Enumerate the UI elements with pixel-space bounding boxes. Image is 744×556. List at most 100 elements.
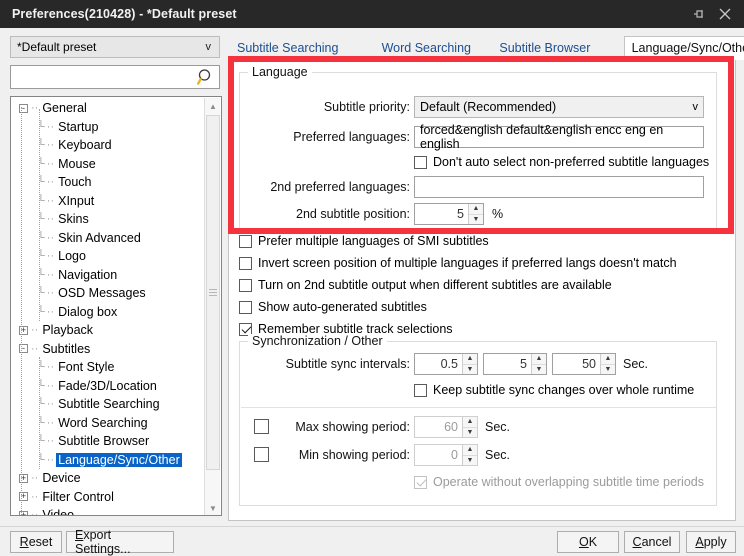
- apply-button[interactable]: Apply: [686, 531, 736, 553]
- option-checkbox[interactable]: [239, 256, 252, 270]
- dont-auto-select-row[interactable]: Don't auto select non-preferred subtitle…: [414, 155, 709, 169]
- tree-item-label: Subtitles: [42, 341, 91, 356]
- second-position-spinner[interactable]: 5 ▲ ▼: [414, 203, 484, 225]
- spinner-down-icon[interactable]: ▼: [532, 364, 546, 374]
- keep-sync-row[interactable]: Keep subtitle sync changes over whole ru…: [414, 383, 694, 397]
- spinner-buttons[interactable]: ▲ ▼: [462, 445, 477, 465]
- min-period-spinner[interactable]: 0 ▲ ▼: [414, 444, 478, 466]
- spinner-up-icon[interactable]: ▲: [532, 354, 546, 365]
- export-settings-button[interactable]: Export Settings...: [66, 528, 174, 556]
- tree-item-xinput[interactable]: └ ·· XInput: [11, 192, 205, 211]
- search-input[interactable]: [17, 70, 197, 84]
- close-icon[interactable]: [712, 0, 738, 28]
- language-group: Language Subtitle priority: Default (Rec…: [239, 65, 717, 232]
- sync-group: Synchronization / Other Subtitle sync in…: [239, 334, 717, 506]
- max-period-checkbox[interactable]: [254, 419, 269, 434]
- reset-button[interactable]: Reset: [10, 531, 62, 553]
- spinner-buttons[interactable]: ▲ ▼: [531, 354, 546, 374]
- tree-item-subtitles[interactable]: - ·· Subtitles: [11, 340, 205, 359]
- scroll-up-icon[interactable]: ▲: [205, 98, 221, 114]
- search-icon[interactable]: [197, 68, 215, 86]
- tab-word-searching[interactable]: Word Searching: [375, 36, 478, 60]
- tree-item-general[interactable]: - ·· General: [11, 99, 205, 118]
- option-label: Show auto-generated subtitles: [258, 300, 427, 314]
- tree-dash-icon: ··: [31, 509, 39, 516]
- tree-item-language-sync-other[interactable]: └ ·· Language/Sync/Other: [11, 451, 205, 470]
- spinner-buttons[interactable]: ▲ ▼: [468, 204, 483, 224]
- tree-item-skins[interactable]: └ ·· Skins: [11, 210, 205, 229]
- sync-interval-2-spinner[interactable]: 5 ▲ ▼: [483, 353, 547, 375]
- cancel-button[interactable]: Cancel: [624, 531, 680, 553]
- spinner-up-icon[interactable]: ▲: [469, 204, 483, 215]
- tab-subtitle-browser[interactable]: Subtitle Browser: [492, 36, 597, 60]
- preferred-languages-input[interactable]: forced&english default&english encc eng …: [414, 123, 704, 151]
- spinner-up-icon[interactable]: ▲: [463, 417, 477, 428]
- chevron-down-icon: v: [205, 41, 212, 53]
- spinner-up-icon[interactable]: ▲: [463, 354, 477, 365]
- spinner-up-icon[interactable]: ▲: [463, 445, 477, 456]
- spinner-buttons[interactable]: ▲ ▼: [462, 354, 477, 374]
- tree-item-font-style[interactable]: └ ·· Font Style: [11, 358, 205, 377]
- ok-button[interactable]: OK: [557, 531, 619, 553]
- preset-combo[interactable]: *Default preset v: [10, 36, 220, 58]
- tree-item-word-searching[interactable]: └ ·· Word Searching: [11, 414, 205, 433]
- spinner-up-icon[interactable]: ▲: [601, 354, 615, 365]
- spinner-down-icon[interactable]: ▼: [463, 364, 477, 374]
- sync-interval-3-spinner[interactable]: 50 ▲ ▼: [552, 353, 616, 375]
- dont-auto-select-checkbox[interactable]: [414, 155, 427, 169]
- tree-item-startup[interactable]: └ ·· Startup: [11, 118, 205, 137]
- pin-icon[interactable]: [686, 0, 712, 28]
- spinner-buttons[interactable]: ▲ ▼: [462, 417, 477, 437]
- tree-scrollbar-thumb[interactable]: [206, 115, 220, 470]
- tree-item-subtitle-browser[interactable]: └ ·· Subtitle Browser: [11, 432, 205, 451]
- tree-item-label: XInput: [58, 193, 95, 208]
- checkbox-row[interactable]: Show auto-generated subtitles: [239, 296, 717, 318]
- no-overlap-checkbox[interactable]: [414, 475, 427, 489]
- tree-item-skin-advanced[interactable]: └ ·· Skin Advanced: [11, 229, 205, 248]
- keep-sync-checkbox[interactable]: [414, 383, 427, 397]
- tree-item-logo[interactable]: └ ·· Logo: [11, 247, 205, 266]
- cancel-label: ancel: [641, 535, 672, 549]
- spinner-down-icon[interactable]: ▼: [463, 427, 477, 437]
- tree-item-osd-messages[interactable]: └ ·· OSD Messages: [11, 284, 205, 303]
- tree-item-label: Playback: [42, 323, 94, 338]
- tree-item-video[interactable]: + ·· Video: [11, 506, 205, 516]
- tree-item-dialog-box[interactable]: └ ·· Dialog box: [11, 303, 205, 322]
- tree-item-label: Keyboard: [58, 138, 112, 153]
- checkbox-row[interactable]: Prefer multiple languages of SMI subtitl…: [239, 230, 717, 252]
- tree-item-fade-3d-location[interactable]: └ ·· Fade/3D/Location: [11, 377, 205, 396]
- spinner-down-icon[interactable]: ▼: [463, 455, 477, 465]
- option-checkbox[interactable]: [239, 234, 252, 248]
- tree-dash-icon: ··: [31, 342, 39, 355]
- spinner-down-icon[interactable]: ▼: [469, 214, 483, 224]
- tree-item-mouse[interactable]: └ ·· Mouse: [11, 155, 205, 174]
- tree-item-touch[interactable]: └ ·· Touch: [11, 173, 205, 192]
- tree-item-navigation[interactable]: └ ·· Navigation: [11, 266, 205, 285]
- no-overlap-row[interactable]: Operate without overlapping subtitle tim…: [414, 475, 704, 489]
- checkbox-row[interactable]: Invert screen position of multiple langu…: [239, 252, 717, 274]
- scroll-down-icon[interactable]: ▼: [205, 500, 221, 515]
- option-checkbox[interactable]: [239, 300, 252, 314]
- tab-subtitle-searching[interactable]: Subtitle Searching: [230, 36, 345, 60]
- tree-item-label: Device: [42, 471, 81, 486]
- tree-item-subtitle-searching[interactable]: └ ·· Subtitle Searching: [11, 395, 205, 414]
- max-period-spinner[interactable]: 60 ▲ ▼: [414, 416, 478, 438]
- spinner-down-icon[interactable]: ▼: [601, 364, 615, 374]
- second-preferred-input[interactable]: [414, 176, 704, 198]
- tree-dash-icon: ··: [46, 379, 55, 392]
- checkbox-row[interactable]: Turn on 2nd subtitle output when differe…: [239, 274, 717, 296]
- tree-item-filter-control[interactable]: + ·· Filter Control: [11, 488, 205, 507]
- search-box[interactable]: [10, 65, 220, 89]
- tree-scrollbar[interactable]: ▲ ▼: [204, 98, 221, 515]
- sync-interval-1-spinner[interactable]: 0.5 ▲ ▼: [414, 353, 478, 375]
- settings-tree[interactable]: - ·· General └ ·· Startup └ ·· Keyboard └ ·· Mouse └…: [10, 96, 222, 516]
- tree-item-device[interactable]: + ·· Device: [11, 469, 205, 488]
- option-checkbox[interactable]: [239, 278, 252, 292]
- subtitle-priority-combo[interactable]: Default (Recommended) v: [414, 96, 704, 118]
- tree-item-keyboard[interactable]: └ ·· Keyboard: [11, 136, 205, 155]
- tree-item-playback[interactable]: + ·· Playback: [11, 321, 205, 340]
- min-period-checkbox[interactable]: [254, 447, 269, 462]
- tab-language-sync-other[interactable]: Language/Sync/Other: [623, 36, 744, 60]
- spinner-buttons[interactable]: ▲ ▼: [600, 354, 615, 374]
- option-label: Invert screen position of multiple langu…: [258, 256, 677, 270]
